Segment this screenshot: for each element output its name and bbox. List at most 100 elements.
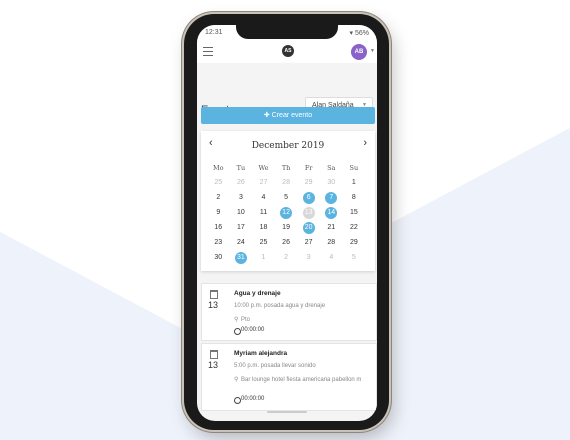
calendar-weekday: Fr bbox=[304, 164, 313, 172]
calendar-day[interactable]: 18 bbox=[252, 221, 275, 236]
calendar-day[interactable]: 16 bbox=[207, 221, 230, 236]
calendar-day[interactable]: 26 bbox=[230, 176, 253, 191]
calendar-week-row: 2 3 4 5 67 8 bbox=[207, 191, 369, 206]
calendar-day-number: 29 bbox=[349, 239, 358, 246]
calendar-day-with-event[interactable]: 20 bbox=[297, 221, 320, 236]
calendar-day[interactable]: 27 bbox=[252, 176, 275, 191]
event-duration: 00:00:00 bbox=[241, 396, 265, 402]
calendar-day-number: 24 bbox=[236, 239, 245, 246]
calendar-day-number: 5 bbox=[351, 254, 356, 261]
calendar-week-row: 25 26 27 28 29 30 1 bbox=[207, 176, 369, 191]
calendar-day[interactable]: 1 bbox=[252, 251, 275, 266]
calendar-day[interactable]: 26 bbox=[275, 236, 298, 251]
calendar-day[interactable]: 2 bbox=[207, 191, 230, 206]
calendar-week-row: 30 31 1 2 3 4 5 bbox=[207, 251, 369, 266]
calendar-day-number: 30 bbox=[327, 179, 336, 186]
calendar-day-number: 13 bbox=[302, 207, 315, 219]
clock-icon bbox=[234, 397, 241, 404]
calendar-day[interactable]: 22 bbox=[343, 221, 366, 236]
calendar-day[interactable]: 8 bbox=[343, 191, 366, 206]
calendar-day[interactable]: 25 bbox=[207, 176, 230, 191]
calendar-day[interactable]: 9 bbox=[207, 206, 230, 221]
calendar-day[interactable]: 29 bbox=[343, 236, 366, 251]
chevron-down-icon[interactable]: ▼ bbox=[370, 48, 375, 54]
calendar-day[interactable]: 19 bbox=[275, 221, 298, 236]
avatar[interactable]: AB bbox=[351, 44, 367, 60]
calendar-day[interactable]: 29 bbox=[297, 176, 320, 191]
calendar-day[interactable]: 23 bbox=[207, 236, 230, 251]
calendar-day-number: 2 bbox=[284, 254, 289, 261]
calendar-day-number: 21 bbox=[327, 224, 336, 231]
calendar-week-row: 9 10 11 12 13 14 15 bbox=[207, 206, 369, 221]
calendar-day-number: 17 bbox=[236, 224, 245, 231]
calendar-weekday: Mo bbox=[213, 164, 224, 172]
calendar-day-number: 2 bbox=[216, 194, 221, 201]
create-event-button[interactable]: ✚ Crear evento bbox=[201, 107, 375, 124]
calendar-day-number: 7 bbox=[325, 192, 338, 204]
calendar-weekday: Su bbox=[349, 164, 359, 172]
calendar-day-number: 15 bbox=[349, 209, 358, 216]
calendar-weekday-row: Mo Tu We Th Fr Sa Su bbox=[207, 161, 369, 176]
calendar-day[interactable]: 28 bbox=[320, 236, 343, 251]
calendar-day-number: 1 bbox=[261, 254, 266, 261]
event-title: Agua y drenaje bbox=[234, 290, 281, 297]
calendar-day[interactable]: 5 bbox=[343, 251, 366, 266]
chevron-right-icon[interactable]: › bbox=[363, 137, 367, 149]
calendar-icon bbox=[210, 350, 218, 359]
calendar-day[interactable]: 28 bbox=[275, 176, 298, 191]
calendar-day-number: 28 bbox=[327, 239, 336, 246]
calendar-day-number: 28 bbox=[282, 179, 290, 186]
hamburger-menu-icon[interactable] bbox=[203, 47, 213, 56]
create-event-label: Crear evento bbox=[271, 112, 313, 119]
clock-icon bbox=[234, 328, 241, 335]
calendar-day[interactable]: 17 bbox=[230, 221, 253, 236]
calendar-day[interactable]: 4 bbox=[320, 251, 343, 266]
calendar-day[interactable]: 1 bbox=[343, 176, 366, 191]
calendar-day-number: 27 bbox=[304, 239, 313, 246]
event-title: Myriam alejandra bbox=[234, 350, 288, 357]
event-card[interactable]: 13 Myriam alejandra 5:00 p.m. posada lleva… bbox=[201, 343, 377, 411]
app-bar: AS AB ▼ bbox=[197, 41, 377, 63]
calendar-day[interactable]: 5 bbox=[275, 191, 298, 206]
calendar-day[interactable]: 4 bbox=[252, 191, 275, 206]
calendar-month-label: December 2019 bbox=[251, 141, 325, 151]
calendar-day[interactable]: 15 bbox=[343, 206, 366, 221]
calendar-day[interactable]: 21 bbox=[320, 221, 343, 236]
calendar-day-with-event[interactable]: 6 bbox=[297, 191, 320, 206]
calendar-day[interactable]: 27 bbox=[297, 236, 320, 251]
calendar-day[interactable]: 3 bbox=[297, 251, 320, 266]
event-description: 5:00 p.m. posada llevar sonido bbox=[234, 363, 316, 369]
calendar-day-number: 27 bbox=[259, 179, 268, 186]
calendar-day[interactable]: 3 bbox=[230, 191, 253, 206]
calendar-day-number: 8 bbox=[351, 194, 356, 201]
calendar-day[interactable]: 11 bbox=[252, 206, 275, 221]
calendar-day[interactable]: 24 bbox=[230, 236, 253, 251]
calendar-day-number: 5 bbox=[284, 194, 289, 201]
calendar-week-row: 23 24 25 26 27 28 29 bbox=[207, 236, 369, 251]
calendar-day[interactable]: 30 bbox=[207, 251, 230, 266]
event-day: 13 bbox=[208, 360, 219, 370]
calendar-weekday: Sa bbox=[327, 164, 336, 172]
calendar-day[interactable]: 25 bbox=[252, 236, 275, 251]
event-card[interactable]: 13 Agua y drenaje 10:00 p.m. posada agua y… bbox=[201, 283, 377, 341]
calendar-day-with-event[interactable]: 14 bbox=[320, 206, 343, 221]
calendar-weekday: We bbox=[258, 164, 269, 172]
calendar-day[interactable]: 30 bbox=[320, 176, 343, 191]
plus-icon: ✚ bbox=[263, 112, 270, 119]
calendar-day-number: 10 bbox=[236, 209, 245, 216]
status-time: 12:31 bbox=[205, 29, 223, 36]
calendar-weekday: Th bbox=[281, 164, 291, 172]
calendar-day-number: 14 bbox=[325, 207, 338, 219]
calendar-day-number: 22 bbox=[349, 224, 358, 231]
calendar-day-number: 18 bbox=[259, 224, 268, 231]
calendar-day[interactable]: 10 bbox=[230, 206, 253, 221]
calendar-day-today[interactable]: 13 bbox=[297, 206, 320, 221]
calendar-day-with-event[interactable]: 7 bbox=[320, 191, 343, 206]
calendar-day[interactable]: 2 bbox=[275, 251, 298, 266]
location-pin-icon: ⚲ bbox=[234, 317, 239, 323]
calendar-day-with-event[interactable]: 31 bbox=[230, 251, 253, 266]
calendar-day-number: 3 bbox=[238, 194, 243, 201]
calendar-day-with-event[interactable]: 12 bbox=[275, 206, 298, 221]
app-screen: 12:31 ▾ 56% AS AB ▼ Eventos Alan Saldaña… bbox=[197, 25, 377, 421]
calendar-day-number: 30 bbox=[214, 254, 223, 261]
